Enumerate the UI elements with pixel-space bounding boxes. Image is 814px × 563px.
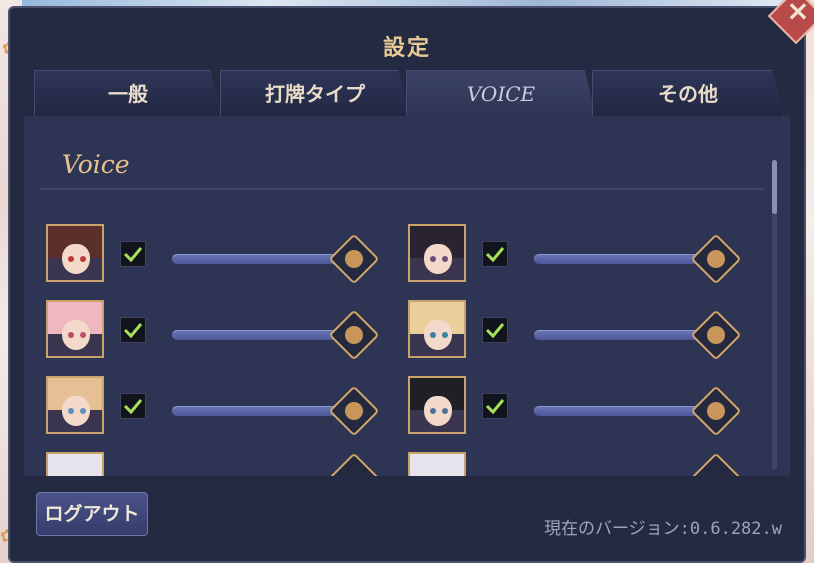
- character-avatar: [46, 224, 104, 282]
- version-label: 現在のバージョン:0.6.282.w: [543, 519, 782, 539]
- avatar-eye: [80, 408, 86, 414]
- character-avatar: [46, 376, 104, 434]
- scrollbar-thumb[interactable]: [772, 160, 777, 214]
- avatar-eye: [80, 256, 86, 262]
- avatar-eye: [430, 256, 436, 262]
- voice-volume-handle-dot: [345, 326, 363, 344]
- checkmark-icon: [123, 247, 143, 263]
- tab-general[interactable]: 一般: [34, 70, 222, 117]
- voice-volume-handle-dot: [707, 326, 725, 344]
- voice-panel: Voice: [24, 116, 790, 476]
- close-icon[interactable]: ×: [782, 0, 814, 28]
- avatar-eye: [442, 408, 448, 414]
- avatar-eye: [68, 408, 74, 414]
- voice-volume-handle-dot: [707, 250, 725, 268]
- voice-volume-handle-dot: [707, 402, 725, 420]
- avatar-eye: [430, 408, 436, 414]
- avatar-eye: [68, 256, 74, 262]
- settings-tabs: 一般 打牌タイプ VOICE その他: [34, 70, 784, 118]
- avatar-eye: [442, 256, 448, 262]
- character-avatar: [46, 452, 104, 476]
- character-avatar: [408, 376, 466, 434]
- character-avatar: [408, 224, 466, 282]
- tab-voice[interactable]: VOICE: [406, 70, 596, 117]
- tab-other[interactable]: その他: [592, 70, 784, 117]
- voice-volume-handle-dot: [345, 250, 363, 268]
- checkmark-icon: [485, 399, 505, 415]
- checkmark-icon: [123, 399, 143, 415]
- voice-volume-handle[interactable]: [690, 452, 742, 476]
- dialog-title: 設定: [382, 35, 431, 61]
- character-avatar: [408, 300, 466, 358]
- voice-enable-checkbox[interactable]: [482, 241, 508, 267]
- tab-discard-type[interactable]: 打牌タイプ: [220, 70, 410, 117]
- voice-enable-checkbox[interactable]: [120, 317, 146, 343]
- character-avatar: [408, 452, 466, 476]
- section-title: Voice: [62, 150, 130, 179]
- voice-enable-checkbox[interactable]: [120, 393, 146, 419]
- voice-enable-checkbox[interactable]: [482, 317, 508, 343]
- checkmark-icon: [485, 323, 505, 339]
- checkmark-icon: [485, 247, 505, 263]
- section-divider: [40, 188, 764, 190]
- avatar-eye: [80, 332, 86, 338]
- voice-enable-checkbox[interactable]: [120, 241, 146, 267]
- logout-button[interactable]: ログアウト: [36, 492, 148, 536]
- avatar-eye: [430, 332, 436, 338]
- character-avatar: [46, 300, 104, 358]
- avatar-eye: [442, 332, 448, 338]
- checkmark-icon: [123, 323, 143, 339]
- avatar-eye: [68, 332, 74, 338]
- voice-enable-checkbox[interactable]: [482, 393, 508, 419]
- voice-volume-handle[interactable]: [328, 452, 380, 476]
- voice-volume-handle-dot: [345, 402, 363, 420]
